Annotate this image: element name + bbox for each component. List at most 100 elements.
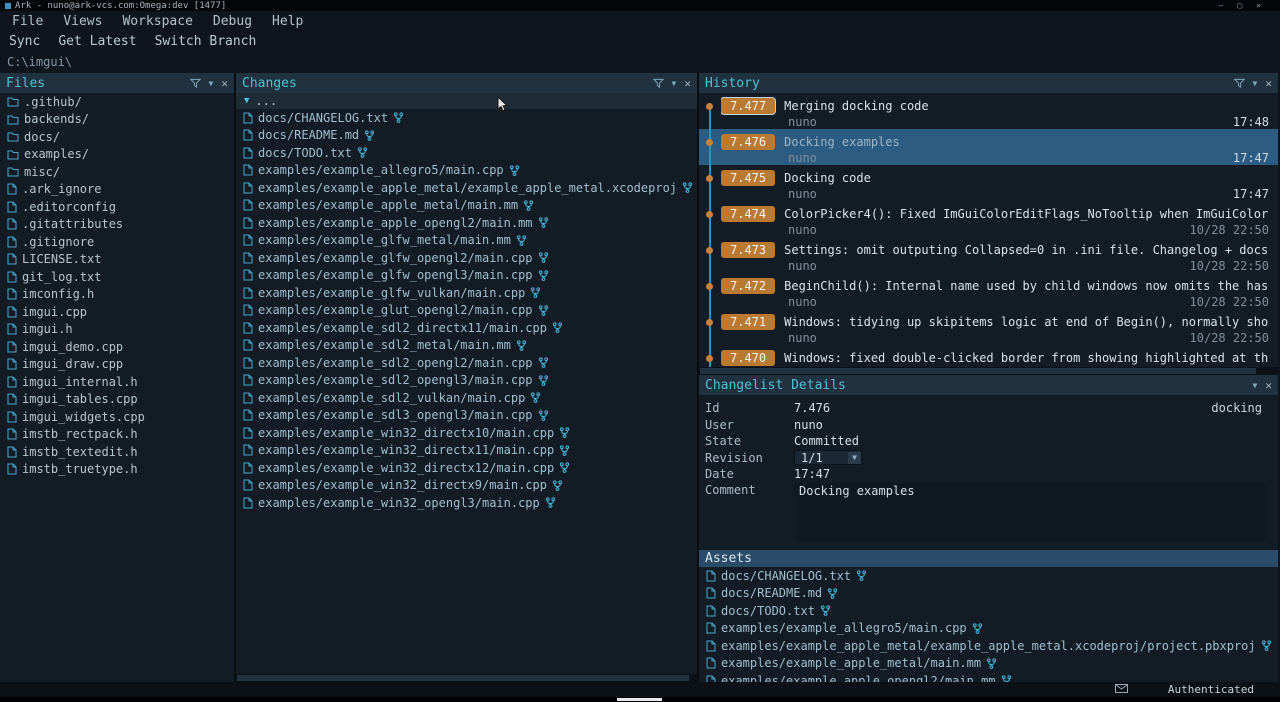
asset-item[interactable]: examples/example_allegro5/main.cpp xyxy=(699,620,1278,638)
file-tree-item[interactable]: LICENSE.txt xyxy=(0,251,234,269)
file-tree-item[interactable]: backends/ xyxy=(0,111,234,129)
changed-file-item[interactable]: examples/example_win32_directx9/main.cpp xyxy=(236,477,697,495)
menu-item[interactable]: Workspace xyxy=(122,14,192,29)
history-entry[interactable]: 7.473 Settings: omit outputing Collapsed… xyxy=(699,237,1278,273)
changed-file-item[interactable]: examples/example_apple_metal/main.mm xyxy=(236,197,697,215)
filter-caret-icon[interactable]: ▼ xyxy=(672,79,677,88)
branch-icon xyxy=(552,480,563,491)
file-tree-item[interactable]: imstb_truetype.h xyxy=(0,461,234,479)
changed-file-item[interactable]: examples/example_sdl3_opengl3/main.cpp xyxy=(236,407,697,425)
file-tree-item[interactable]: .ark_ignore xyxy=(0,181,234,199)
changed-file-item[interactable]: examples/example_glfw_opengl2/main.cpp xyxy=(236,249,697,267)
file-tree-item[interactable]: imgui_internal.h xyxy=(0,373,234,391)
changed-file-item[interactable]: docs/TODO.txt xyxy=(236,144,697,162)
changes-root-label: ... xyxy=(255,94,277,108)
file-tree-item[interactable]: imgui.h xyxy=(0,321,234,339)
changed-file-item[interactable]: examples/example_glfw_opengl3/main.cpp xyxy=(236,267,697,285)
file-tree-item[interactable]: imgui_widgets.cpp xyxy=(0,408,234,426)
filter-icon[interactable] xyxy=(653,78,664,89)
file-tree-item[interactable]: .editorconfig xyxy=(0,198,234,216)
filter-icon[interactable] xyxy=(190,78,201,89)
asset-item[interactable]: docs/CHANGELOG.txt xyxy=(699,567,1278,585)
close-button[interactable]: ✕ xyxy=(1256,1,1261,10)
filter-icon[interactable] xyxy=(1234,78,1245,89)
changed-file-item[interactable]: examples/example_apple_metal/example_app… xyxy=(236,179,697,197)
asset-item[interactable]: docs/README.md xyxy=(699,585,1278,603)
file-tree-item[interactable]: imgui_draw.cpp xyxy=(0,356,234,374)
filter-caret-icon[interactable]: ▼ xyxy=(1253,79,1258,88)
file-tree-item[interactable]: .github/ xyxy=(0,93,234,111)
changed-file-path: examples/example_allegro5/main.cpp xyxy=(258,163,504,177)
changed-file-item[interactable]: examples/example_glfw_vulkan/main.cpp xyxy=(236,284,697,302)
history-entry[interactable]: 7.472 BeginChild(): Internal name used b… xyxy=(699,273,1278,309)
file-tree-item[interactable]: docs/ xyxy=(0,128,234,146)
changed-file-path: examples/example_glfw_metal/main.mm xyxy=(258,233,511,247)
changed-file-item[interactable]: examples/example_glut_opengl2/main.cpp xyxy=(236,302,697,320)
changed-file-item[interactable]: examples/example_sdl2_opengl2/main.cpp xyxy=(236,354,697,372)
history-entry[interactable]: 7.475 Docking code nuno 17:47 xyxy=(699,165,1278,201)
changeset-badge: 7.475 xyxy=(721,170,775,186)
timeline-dot-icon xyxy=(706,283,713,290)
changed-file-item[interactable]: examples/example_win32_directx10/main.cp… xyxy=(236,424,697,442)
history-entry[interactable]: 7.470 Windows: fixed double-clicked bord… xyxy=(699,345,1278,367)
changes-root-row[interactable]: ▼ ... xyxy=(236,93,697,109)
file-tree-item[interactable]: imgui_tables.cpp xyxy=(0,391,234,409)
minimize-button[interactable]: — xyxy=(1219,1,1224,10)
file-tree-item[interactable]: misc/ xyxy=(0,163,234,181)
changes-horizontal-scrollbar[interactable] xyxy=(236,674,697,682)
panel-caret-icon[interactable]: ▼ xyxy=(1253,381,1258,390)
close-panel-icon[interactable]: ✕ xyxy=(684,78,691,89)
changed-file-item[interactable]: examples/example_apple_opengl2/main.mm xyxy=(236,214,697,232)
close-panel-icon[interactable]: ✕ xyxy=(1265,380,1272,391)
file-tree-item[interactable]: imgui_demo.cpp xyxy=(0,338,234,356)
asset-item[interactable]: examples/example_apple_metal/main.mm xyxy=(699,655,1278,673)
asset-item[interactable]: examples/example_apple_opengl2/main.mm xyxy=(699,672,1278,682)
file-tree-item[interactable]: git_log.txt xyxy=(0,268,234,286)
file-tree-item[interactable]: imconfig.h xyxy=(0,286,234,304)
history-entry[interactable]: 7.476 Docking examples nuno 17:47 xyxy=(699,129,1278,165)
file-tree-item[interactable]: examples/ xyxy=(0,146,234,164)
changed-file-item[interactable]: docs/README.md xyxy=(236,127,697,145)
changed-file-item[interactable]: examples/example_win32_directx12/main.cp… xyxy=(236,459,697,477)
history-entry[interactable]: 7.471 Windows: tidying up skipitems logi… xyxy=(699,309,1278,345)
file-tree-item[interactable]: .gitignore xyxy=(0,233,234,251)
file-icon xyxy=(7,218,17,230)
changed-file-item[interactable]: examples/example_sdl2_directx11/main.cpp xyxy=(236,319,697,337)
toolbar: Sync Get Latest Switch Branch xyxy=(0,31,1280,51)
file-tree-item[interactable]: imgui.cpp xyxy=(0,303,234,321)
menu-item[interactable]: Views xyxy=(63,14,102,29)
filter-caret-icon[interactable]: ▼ xyxy=(209,79,214,88)
changed-file-item[interactable]: examples/example_sdl2_vulkan/main.cpp xyxy=(236,389,697,407)
changed-file-path: examples/example_win32_directx11/main.cp… xyxy=(258,443,554,457)
expand-arrow-icon[interactable]: ▼ xyxy=(244,96,249,106)
changed-file-item[interactable]: examples/example_win32_directx11/main.cp… xyxy=(236,442,697,460)
asset-item[interactable]: docs/TODO.txt xyxy=(699,602,1278,620)
file-name: imgui_tables.cpp xyxy=(22,392,138,406)
toolbar-button[interactable]: Sync xyxy=(9,34,40,49)
changed-file-item[interactable]: examples/example_win32_opengl3/main.cpp xyxy=(236,494,697,512)
file-tree-item[interactable]: .gitattributes xyxy=(0,216,234,234)
revision-dropdown[interactable]: 1/1 ▼ xyxy=(794,450,862,465)
changed-file-item[interactable]: docs/CHANGELOG.txt xyxy=(236,109,697,127)
history-entry[interactable]: 7.477 Merging docking code nuno 17:48 xyxy=(699,93,1278,129)
changed-file-item[interactable]: examples/example_glfw_metal/main.mm xyxy=(236,232,697,250)
comment-value[interactable]: Docking examples xyxy=(794,483,1268,541)
history-entry[interactable]: 7.474 ColorPicker4(): Fixed ImGuiColorEd… xyxy=(699,201,1278,237)
file-tree-item[interactable]: imstb_textedit.h xyxy=(0,443,234,461)
changeset-time: 10/28 22:50 xyxy=(1190,223,1278,237)
toolbar-button[interactable]: Switch Branch xyxy=(155,34,257,49)
menu-item[interactable]: File xyxy=(12,14,43,29)
close-panel-icon[interactable]: ✕ xyxy=(221,78,228,89)
file-tree-item[interactable]: imstb_rectpack.h xyxy=(0,426,234,444)
changed-file-item[interactable]: examples/example_sdl2_metal/main.mm xyxy=(236,337,697,355)
asset-item[interactable]: examples/example_apple_metal/example_app… xyxy=(699,637,1278,655)
history-horizontal-scrollbar[interactable] xyxy=(699,367,1278,375)
changed-file-item[interactable]: examples/example_sdl2_opengl3/main.cpp xyxy=(236,372,697,390)
assets-section-header[interactable]: Assets xyxy=(699,550,1278,567)
maximize-button[interactable]: ▢ xyxy=(1237,1,1242,10)
toolbar-button[interactable]: Get Latest xyxy=(58,34,136,49)
close-panel-icon[interactable]: ✕ xyxy=(1265,78,1272,89)
changed-file-item[interactable]: examples/example_allegro5/main.cpp xyxy=(236,162,697,180)
menu-item[interactable]: Debug xyxy=(213,14,252,29)
menu-item[interactable]: Help xyxy=(272,14,303,29)
